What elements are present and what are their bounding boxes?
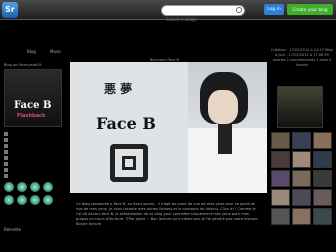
create-blog-button[interactable]: Create your blog [287,4,333,15]
thumbnail[interactable] [271,189,290,206]
symbol-icon [110,144,148,182]
top-bar: Sr Log in Create your blog [0,0,336,24]
banner-kanji: 悪 夢 [104,82,133,96]
avatar[interactable] [30,182,40,192]
menu-icon [4,150,8,154]
menu-icon [4,138,8,142]
search-box[interactable] [161,5,245,24]
avatar[interactable] [17,195,27,205]
friends-avatars [4,182,62,205]
search-input[interactable] [166,15,234,24]
sidebar-link[interactable]: Rémotte [4,227,21,232]
tab-blog[interactable]: Blog [27,49,36,54]
site-logo[interactable]: Sr [2,2,18,18]
blog-banner: 悪 夢 Face B [70,62,267,193]
search-icon[interactable] [236,7,242,13]
thumbnail[interactable] [313,208,332,225]
menu-icon [4,162,8,166]
sidebar-menu [4,131,62,179]
avatar[interactable] [30,195,40,205]
avatar[interactable] [17,182,27,192]
tab-music[interactable]: Music [50,49,61,54]
profile-photo-sub: Flashback [17,113,46,119]
thumbnail-grid [271,132,333,225]
profile-photo[interactable]: Face B Flashback [4,69,62,127]
thumbnail[interactable] [271,151,290,168]
sidebar-item[interactable] [4,173,62,179]
login-button[interactable]: Log in [264,4,284,15]
menu-icon [4,168,8,172]
menu-icon [4,132,8,136]
thumbnail[interactable] [271,170,290,187]
banner-name: Face B [96,114,156,133]
avatar[interactable] [43,195,53,205]
thumbnail[interactable] [271,132,290,149]
sidebar-caption: Blog de Facebyedo29 [4,63,42,67]
thumbnail[interactable] [313,151,332,168]
thumbnail[interactable] [313,189,332,206]
avatar[interactable] [4,195,14,205]
thumbnail[interactable] [292,132,311,149]
profile-photo-label: Face B [14,100,52,111]
blog-info: Création : 17/02/2012 à 14:13 Mise à jou… [271,48,333,67]
menu-icon [4,144,8,148]
avatar[interactable] [43,182,53,192]
right-thumbnail[interactable] [277,86,323,128]
post-text: Ce blog consacrée a Face B, au Kazu iaum… [76,202,259,226]
thumbnail[interactable] [292,208,311,225]
thumbnail[interactable] [313,170,332,187]
banner-photo [188,62,267,193]
avatar[interactable] [4,182,14,192]
thumbnail[interactable] [271,208,290,225]
thumbnail[interactable] [292,151,311,168]
menu-icon [4,174,8,178]
thumbnail[interactable] [292,170,311,187]
menu-icon [4,156,8,160]
thumbnail[interactable] [292,189,311,206]
thumbnail[interactable] [313,132,332,149]
